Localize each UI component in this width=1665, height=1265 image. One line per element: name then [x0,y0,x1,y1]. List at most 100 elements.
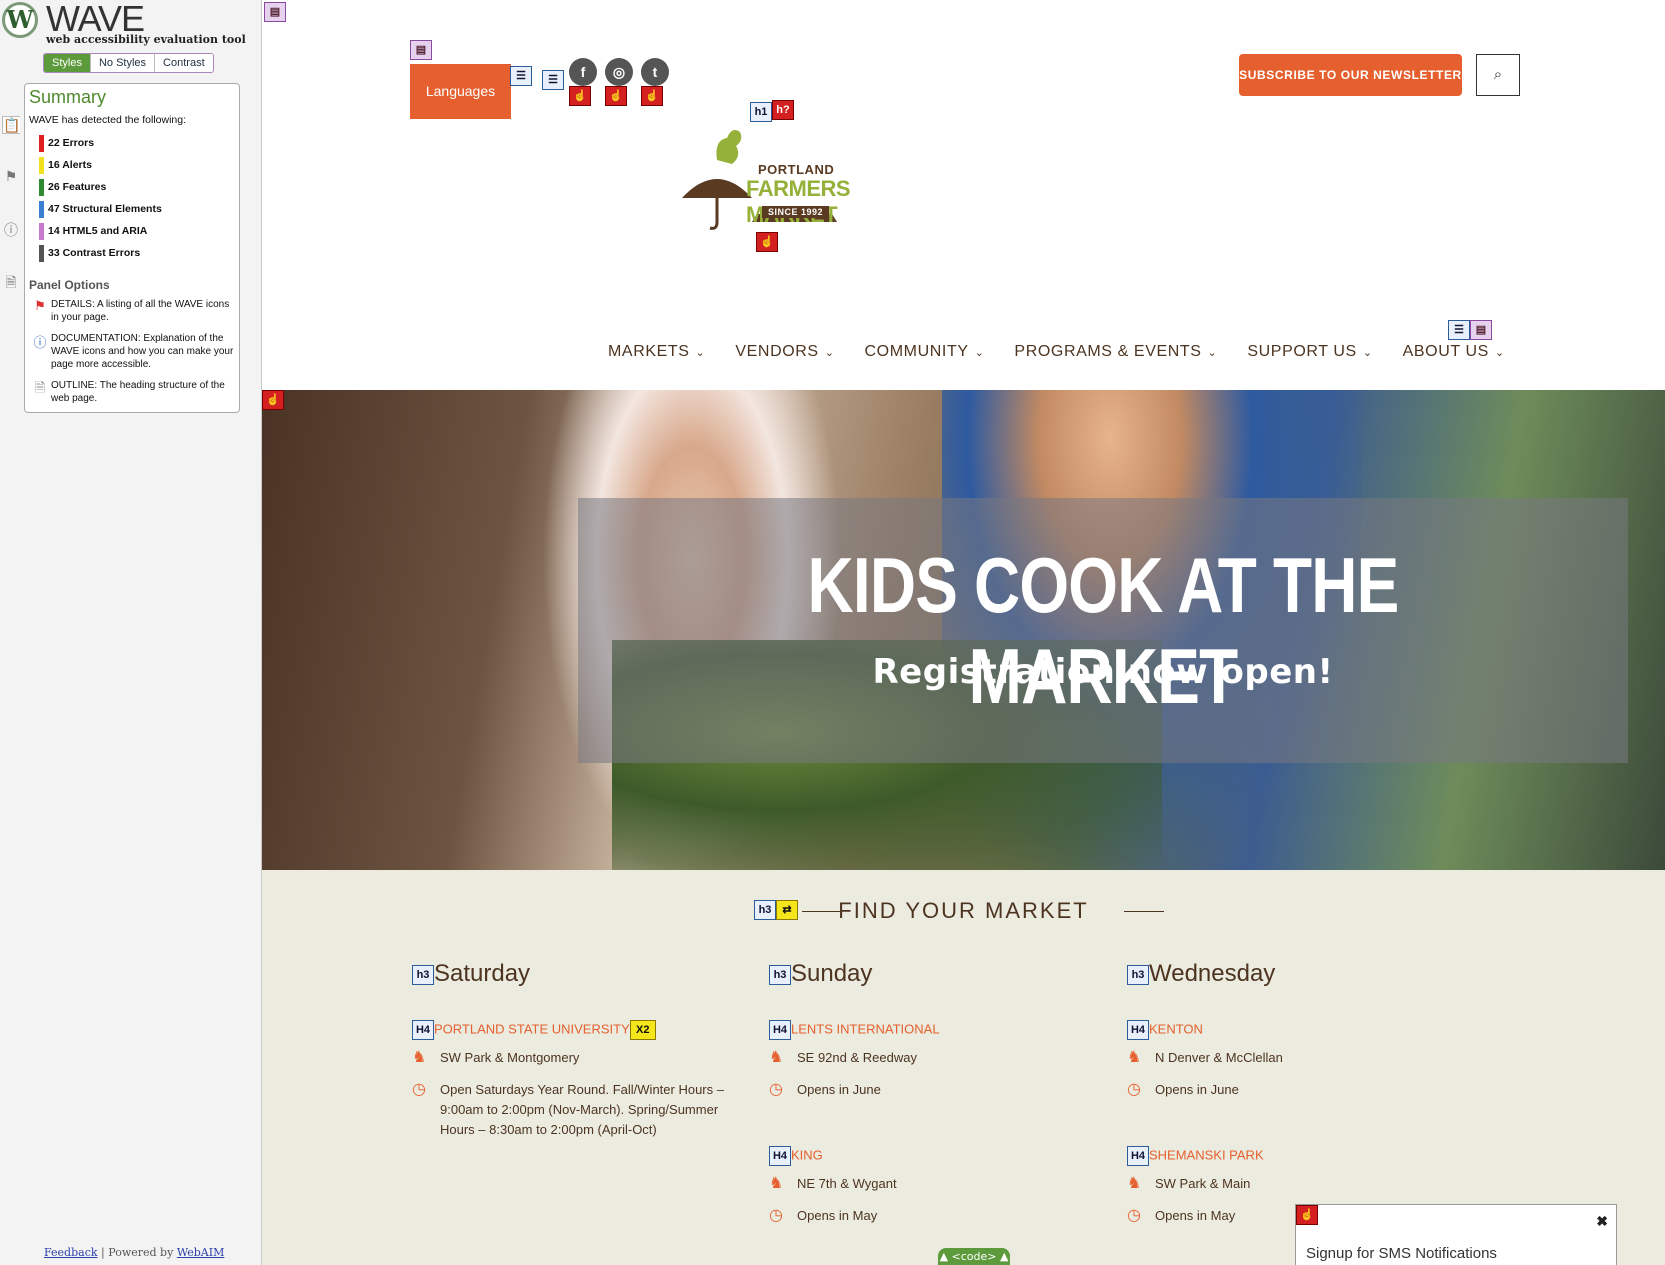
nav-item-markets[interactable]: MARKETS ⌄ [608,343,705,361]
logo-line-farmers-market: FARMERS MARKET [746,176,851,227]
wave-h3-marker[interactable]: h3 [769,964,791,985]
close-icon[interactable]: ✖ [1596,1213,1608,1230]
market-hours: ◷ Opens in June [1127,1081,1239,1098]
stat-contrast[interactable]: 33 Contrast Errors [39,242,239,264]
feedback-link[interactable]: Feedback [44,1246,98,1259]
summary-title: Summary [29,87,107,107]
facebook-icon[interactable]: f [569,58,597,86]
tab-styles[interactable]: Styles [44,54,91,72]
market-name-link[interactable]: h4 SHEMANSKI PARK [1127,1146,1467,1166]
wave-footer: Feedback | Powered by WebAIM [44,1246,224,1259]
wave-error-marker[interactable]: ☝ [569,86,591,106]
document-icon[interactable]: 🗎 [2,272,20,290]
twitter-icon[interactable]: t [641,58,669,86]
flag-icon: ⚑ [34,298,46,313]
day-heading: h3 Sunday [769,960,1109,1020]
stat-structural[interactable]: 47 Structural Elements [39,198,239,220]
tab-contrast[interactable]: Contrast [155,54,213,72]
clock-icon: ◷ [1127,1081,1141,1098]
search-icon[interactable]: ⌕ [1476,54,1520,96]
wave-error-marker[interactable]: ☝ [1296,1205,1318,1225]
wave-h4-marker[interactable]: h4 [769,1146,791,1166]
nav-item-community[interactable]: COMMUNITY ⌄ [865,343,985,361]
wave-sidebar: W WAVE web accessibility evaluation tool… [0,0,262,1265]
wave-error-marker[interactable]: ☝ [605,86,627,106]
subscribe-newsletter-button[interactable]: SUBSCRIBE TO OUR NEWSLETTER [1239,54,1462,96]
wave-error-marker[interactable]: ☝ [641,86,663,106]
tab-no-styles[interactable]: No Styles [90,54,156,72]
wave-h4-marker[interactable]: h4 [1127,1146,1149,1166]
nav-item-programs-events[interactable]: PROGRAMS & EVENTS ⌄ [1014,343,1217,361]
rooster-icon: ♞ [1127,1049,1142,1066]
document-icon: 🗎 [34,380,46,395]
wave-heading-error-marker[interactable]: h? [772,100,794,120]
day-heading: h3 Saturday [412,960,752,1020]
stat-features[interactable]: 26 Features [39,176,239,198]
market-name-link[interactable]: h4 KENTON [1127,1020,1467,1040]
market-hours: ◷ Opens in May [769,1207,878,1224]
divider-line [1124,911,1164,912]
logo-line-since: SINCE 1992 [762,206,830,218]
panel-option-details[interactable]: ⚑ DETAILS: A listing of all the WAVE ico… [29,298,235,324]
panel-option-documentation[interactable]: ⓘ DOCUMENTATION: Explanation of the WAVE… [29,332,235,371]
market-column-wednesday: h3 Wednesday h4 KENTON ♞ N Denver & McClell… [1127,960,1467,1238]
market-column-saturday: h3 Saturday h4 PORTLAND STATE UNIVERSITY x2… [412,960,752,1152]
wave-list-marker[interactable]: ☰ [542,70,564,90]
stat-alerts[interactable]: 16 Alerts [39,154,239,176]
info-icon[interactable]: ⓘ [2,220,20,238]
find-your-market-heading: FIND YOUR MARKET [838,898,1089,923]
rooster-icon: ♞ [769,1175,784,1192]
wave-error-marker[interactable]: ☝ [756,232,778,252]
wave-h3-marker[interactable]: h3 [754,900,776,920]
market-name-link[interactable]: h4 PORTLAND STATE UNIVERSITY x2 [412,1020,752,1040]
webaim-link[interactable]: WebAIM [177,1246,225,1259]
stat-html5-aria[interactable]: 14 HTML5 and ARIA [39,220,239,242]
panel-options-title: Panel Options [29,278,110,292]
nav-item-vendors[interactable]: VENDORS ⌄ [735,343,834,361]
wave-code-toggle[interactable]: ▲ <code> ▲ [938,1248,1010,1265]
wave-error-marker[interactable]: ☝ [262,390,284,410]
wave-aria-marker[interactable]: ▤ [1470,320,1492,340]
stat-color-bar [39,156,44,174]
hero-banner[interactable]: KIDS COOK AT THE MARKET Registration now… [262,390,1665,870]
summary-panel: Summary WAVE has detected the following:… [24,83,240,413]
wave-h4-marker[interactable]: h4 [769,1020,791,1040]
rooster-icon: ♞ [1127,1175,1142,1192]
clock-icon: ◷ [1127,1207,1141,1224]
nav-item-support-us[interactable]: SUPPORT US ⌄ [1247,343,1372,361]
clock-icon: ◷ [769,1081,783,1098]
languages-button[interactable]: Languages [410,64,511,119]
portland-farmers-market-logo[interactable]: PORTLAND FARMERS MARKET SINCE 1992 [672,120,872,240]
wave-aria-marker[interactable]: ▤ [264,2,286,22]
stat-errors[interactable]: 22 Errors [39,132,239,154]
market-name-link[interactable]: h4 LENTS INTERNATIONAL [769,1020,1109,1040]
wave-h3-marker[interactable]: h3 [1127,964,1149,985]
market-name-link[interactable]: h4 KING [769,1146,1109,1166]
market-hours: ◷ Open Saturdays Year Round. Fall/Winter … [412,1080,752,1140]
panel-option-outline[interactable]: 🗎 OUTLINE: The heading structure of the … [29,379,235,405]
stat-color-bar [39,200,44,218]
wave-list-marker[interactable]: ☰ [510,66,532,86]
stat-color-bar [39,134,44,152]
wave-h1-marker[interactable]: h1 [750,102,772,122]
wave-list-marker[interactable]: ☰ [1448,320,1470,340]
market-address: ♞ N Denver & McClellan [1127,1049,1283,1066]
wave-aria-marker[interactable]: ▤ [410,40,432,60]
nav-item-about-us[interactable]: ABOUT US ⌄ [1403,343,1505,361]
wave-redundant-link-marker[interactable]: x2 [629,1020,656,1040]
wave-style-tabs: Styles No Styles Contrast [43,53,214,73]
wave-h4-marker[interactable]: h4 [1127,1020,1149,1040]
wave-subtitle: web accessibility evaluation tool [46,33,246,46]
clipboard-icon[interactable]: 📋 [2,116,20,134]
wave-h4-marker[interactable]: h4 [412,1020,434,1040]
flag-icon[interactable]: ⚑ [2,168,20,186]
market-hours: ◷ Opens in June [769,1081,881,1098]
sms-signup-popup[interactable]: ☝ ✖ Signup for SMS Notifications [1295,1204,1617,1265]
market-address: ♞ NE 7th & Wygant [769,1175,897,1192]
powered-by-text: Powered by [108,1246,174,1259]
clock-icon: ◷ [769,1207,783,1224]
evaluated-page: ▤ ▤ Languages ☰ ☰ f ◎ t ☝ ☝ ☝ SUBSCRIBE … [262,0,1665,1265]
wave-alert-marker[interactable]: ⇄ [776,900,798,920]
instagram-icon[interactable]: ◎ [605,58,633,86]
wave-h3-marker[interactable]: h3 [412,964,434,985]
